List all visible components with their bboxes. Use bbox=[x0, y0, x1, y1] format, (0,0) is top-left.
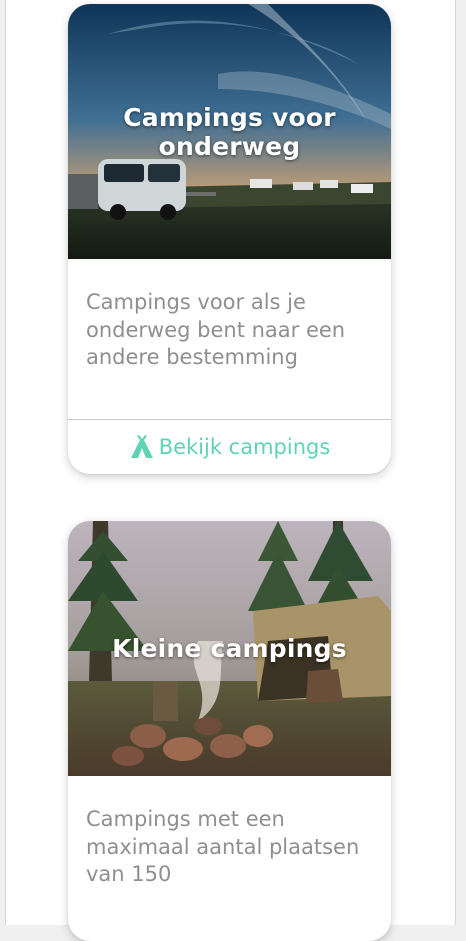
cta-label: Bekijk campings bbox=[158, 435, 331, 459]
card-description: Campings voor als je onderweg bent naar … bbox=[86, 290, 346, 369]
view-campsites-button[interactable]: Bekijk campings bbox=[68, 420, 391, 474]
card-title: Kleine campings bbox=[112, 634, 347, 663]
tent-icon bbox=[130, 435, 153, 458]
campsite-category-card[interactable]: Campings voor onderweg Campings voor als… bbox=[68, 4, 391, 474]
card-title: Campings voor onderweg bbox=[123, 102, 336, 161]
card-description: Campings met een maximaal aantal plaatse… bbox=[86, 807, 360, 886]
card-image[interactable]: Campings voor onderweg bbox=[68, 4, 391, 259]
campsite-category-card[interactable]: Kleine campings Campings met een maximaa… bbox=[68, 521, 391, 941]
card-image[interactable]: Kleine campings bbox=[68, 521, 391, 776]
